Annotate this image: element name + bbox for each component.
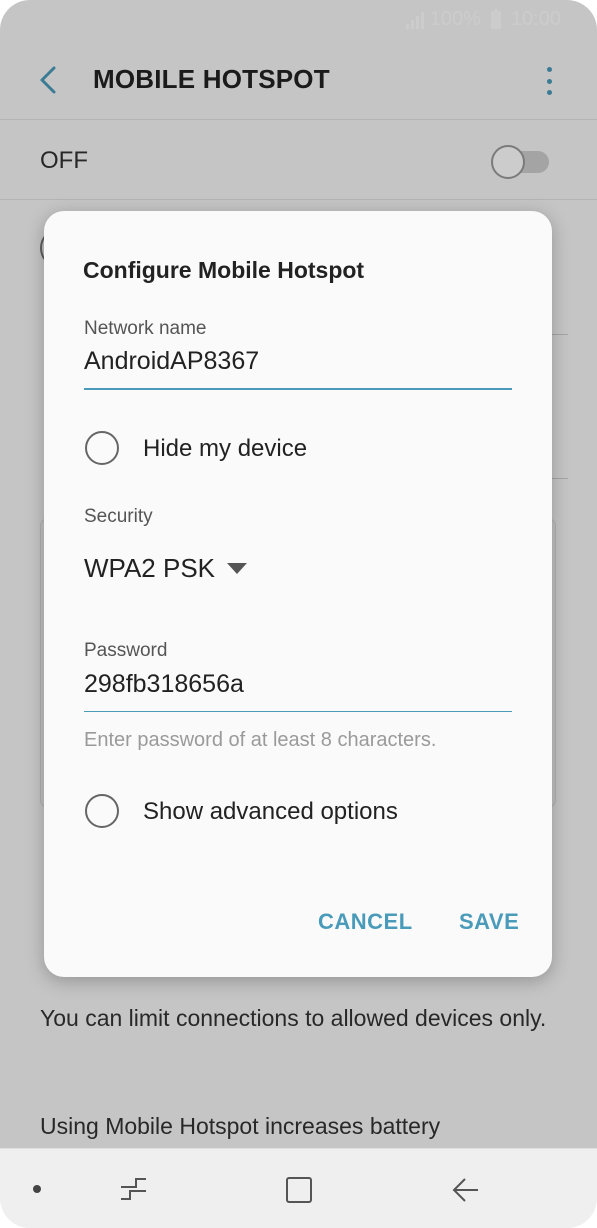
- nav-indicator-dot: [33, 1185, 41, 1193]
- security-label: Security: [84, 506, 153, 527]
- hide-device-label[interactable]: Hide my device: [143, 435, 307, 463]
- password-label: Password: [84, 640, 168, 661]
- caret-down-icon: [227, 563, 248, 574]
- password-helper-text: Enter password of at least 8 characters.: [84, 729, 437, 751]
- dialog-title: Configure Mobile Hotspot: [83, 257, 365, 283]
- phone-screen: 100% 10:00 MOBILE HOTSPOT OFF You can li…: [0, 0, 597, 1228]
- security-dropdown[interactable]: WPA2 PSK: [84, 553, 248, 584]
- advanced-options-label[interactable]: Show advanced options: [143, 798, 398, 826]
- password-input[interactable]: 298fb318656a: [84, 670, 244, 699]
- security-value: WPA2 PSK: [84, 553, 216, 583]
- back-nav-icon[interactable]: [451, 1175, 481, 1205]
- configure-hotspot-dialog: Configure Mobile Hotspot Network name An…: [44, 211, 552, 977]
- hide-device-radio[interactable]: [85, 431, 119, 465]
- navigation-bar: [0, 1148, 597, 1228]
- recents-icon[interactable]: [118, 1175, 148, 1203]
- home-icon[interactable]: [284, 1175, 314, 1205]
- network-name-underline: [84, 388, 512, 390]
- network-name-input[interactable]: AndroidAP8367: [84, 347, 259, 376]
- save-button[interactable]: SAVE: [459, 909, 519, 935]
- password-underline: [84, 711, 512, 712]
- network-name-label: Network name: [84, 318, 207, 339]
- cancel-button[interactable]: CANCEL: [318, 909, 413, 935]
- advanced-options-radio[interactable]: [85, 794, 119, 828]
